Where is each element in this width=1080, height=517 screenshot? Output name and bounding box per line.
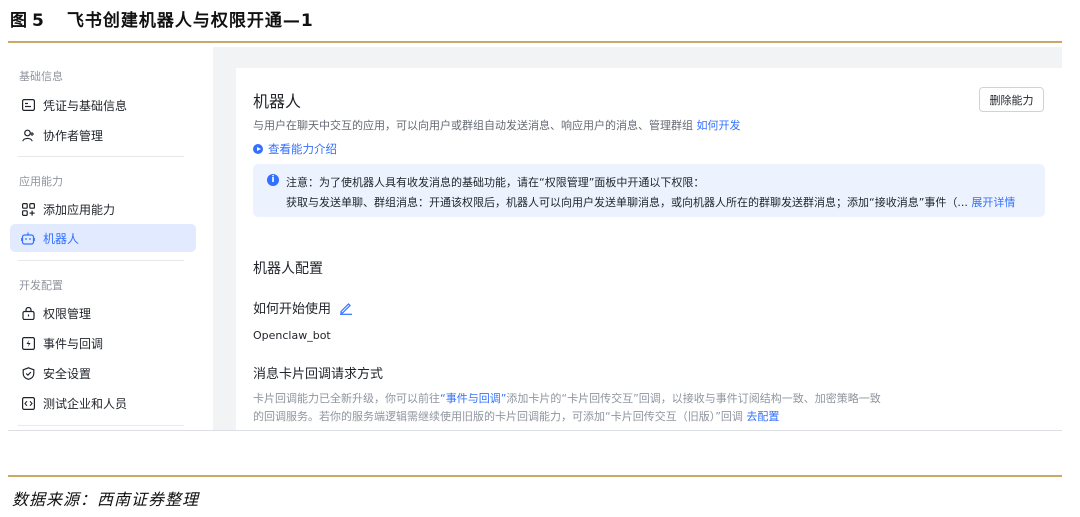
how-to-start-heading: 如何开始使用 [253, 298, 353, 317]
sidebar-divider [18, 156, 184, 157]
sidebar-item-label: 凭证与基础信息 [43, 98, 128, 113]
lock-icon [21, 306, 35, 320]
sidebar-item-permissions[interactable]: 权限管理 [10, 299, 196, 327]
sidebar-item-label: 事件与回调 [43, 336, 104, 351]
event-icon [21, 336, 35, 350]
permission-notice: i 注意：为了使机器人具有收发消息的基础功能，请在“权限管理”面板中开通以下权限… [253, 164, 1045, 217]
play-circle-icon [253, 144, 263, 154]
sidebar-group-capability: 应用能力 [19, 175, 63, 188]
card-desc-text-b: 添加卡片的“卡片回传交互”回调，以接收与事件订阅结构一致、加密策略一致 [506, 392, 881, 405]
sidebar-group-dev-config: 开发配置 [19, 279, 63, 292]
notice-line-1: 注意：为了使机器人具有收发消息的基础功能，请在“权限管理”面板中开通以下权限： [286, 176, 705, 189]
sidebar-item-robot[interactable]: 机器人 [10, 224, 196, 252]
sidebar-divider [18, 260, 184, 261]
figure-caption: 飞书创建机器人与权限开通—1 [66, 11, 314, 31]
screenshot-bottom-border [8, 430, 1062, 431]
card-desc-text-a: 卡片回调能力已全新升级，你可以前往 [253, 392, 440, 405]
app-screenshot: 基础信息 凭证与基础信息 协作者管理 应用能力 添加应用能力 机器人 开发配置 … [8, 47, 1062, 431]
sidebar-item-label: 权限管理 [43, 306, 92, 321]
sidebar-group-basic: 基础信息 [19, 70, 63, 83]
sidebar-item-test-org[interactable]: 测试企业和人员 [10, 389, 196, 417]
sidebar-item-label: 机器人 [43, 231, 80, 246]
description-text: 与用户在聊天中交互的应用，可以向用户或群组自动发送消息、响应用户的消息、管理群组 [253, 119, 693, 132]
info-icon: i [267, 174, 279, 186]
sidebar-item-add-capability[interactable]: 添加应用能力 [10, 195, 196, 223]
robot-config-heading: 机器人配置 [253, 261, 323, 277]
card-callback-desc-1: 卡片回调能力已全新升级，你可以前往“事件与回调”添加卡片的“卡片回传交互”回调，… [253, 390, 881, 406]
grid-plus-icon [21, 202, 35, 216]
sidebar-item-credentials[interactable]: 凭证与基础信息 [10, 91, 196, 119]
notice-line-2: 获取与发送单聊、群组消息：开通该权限后，机器人可以向用户发送单聊消息，或向机器人… [286, 194, 1015, 210]
bottom-rule [8, 475, 1062, 477]
expand-details-link[interactable]: 展开详情 [971, 196, 1015, 209]
go-configure-link[interactable]: 去配置 [746, 410, 779, 423]
sidebar: 基础信息 凭证与基础信息 协作者管理 应用能力 添加应用能力 机器人 开发配置 … [8, 47, 213, 431]
user-add-icon [21, 128, 35, 142]
how-to-develop-link[interactable]: 如何开发 [697, 119, 741, 132]
robot-icon [21, 231, 35, 245]
figure-number: 5 [32, 11, 45, 31]
source-note: 数据来源：西南证券整理 [12, 490, 200, 509]
shield-icon [21, 366, 35, 380]
sidebar-item-events[interactable]: 事件与回调 [10, 329, 196, 357]
code-icon [21, 396, 35, 410]
bot-name-value: Openclaw_bot [253, 329, 331, 342]
sidebar-divider [18, 425, 184, 426]
delete-capability-button[interactable]: 删除能力 [979, 87, 1044, 112]
sidebar-item-label: 测试企业和人员 [43, 396, 128, 411]
figure-label: 图 [10, 11, 28, 31]
sidebar-item-label: 协作者管理 [43, 128, 104, 143]
figure-title: 图 5 飞书创建机器人与权限开通—1 [10, 6, 314, 31]
card-callback-desc-2: 的回调服务。若你的服务端逻辑需继续使用旧版的卡片回调能力，可添加“卡片回传交互（… [253, 408, 779, 424]
events-callback-link[interactable]: “事件与回调” [440, 392, 506, 405]
edit-icon[interactable] [339, 301, 353, 315]
page-title: 机器人 [253, 92, 302, 111]
how-to-start-label: 如何开始使用 [253, 302, 332, 317]
sidebar-item-collaborators[interactable]: 协作者管理 [10, 121, 196, 149]
view-intro-label: 查看能力介绍 [268, 142, 337, 156]
card-desc-text-c: 的回调服务。若你的服务端逻辑需继续使用旧版的卡片回调能力，可添加“卡片回传交互（… [253, 410, 743, 423]
sidebar-item-label: 添加应用能力 [43, 202, 116, 217]
robot-description: 与用户在聊天中交互的应用，可以向用户或群组自动发送消息、响应用户的消息、管理群组… [253, 117, 741, 133]
sidebar-item-security[interactable]: 安全设置 [10, 359, 196, 387]
notice-line-2-text: 获取与发送单聊、群组消息：开通该权限后，机器人可以向用户发送单聊消息，或向机器人… [286, 196, 968, 209]
sidebar-item-label: 安全设置 [43, 366, 92, 381]
view-intro-link[interactable]: 查看能力介绍 [253, 141, 337, 157]
card-callback-heading: 消息卡片回调请求方式 [253, 367, 384, 382]
id-card-icon [21, 98, 35, 112]
robot-panel: 机器人 删除能力 与用户在聊天中交互的应用，可以向用户或群组自动发送消息、响应用… [236, 68, 1062, 431]
top-rule [8, 41, 1062, 43]
